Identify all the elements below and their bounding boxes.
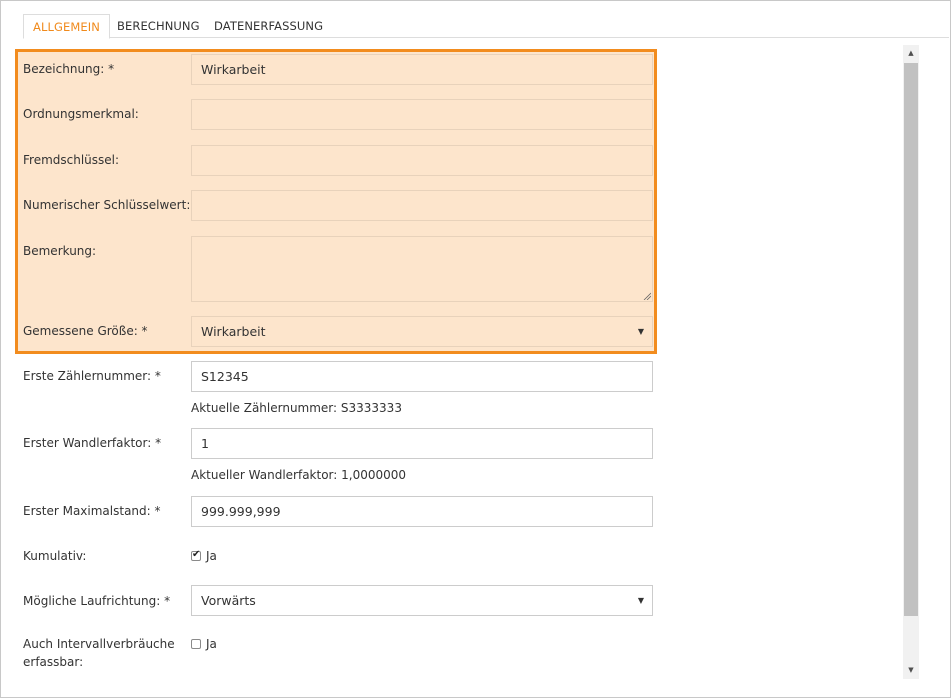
form-panel: ALLGEMEIN BERECHNUNG DATENERFASSUNG Beze… [0,0,951,698]
kumulativ-label: Kumulativ: [23,549,87,563]
fremdschluessel-label: Fremdschlüssel: [23,153,120,167]
numerischer-schluesselwert-input[interactable] [191,190,653,221]
ordnungsmerkmal-label: Ordnungsmerkmal: [23,107,139,121]
kumulativ-checkbox[interactable]: ✔ [191,549,201,561]
aktueller-wandlerfaktor-hint: Aktueller Wandlerfaktor: 1,0000000 [191,468,407,482]
aktuelle-zaehlernummer-hint: Aktuelle Zählernummer: S3333333 [191,401,402,415]
intervallverbraeuche-label-line2: erfassbar: [23,655,84,669]
bemerkung-label: Bemerkung: [23,244,97,258]
kumulativ-option-label: Ja [206,549,217,563]
scrollbar-thumb[interactable] [904,63,918,616]
erster-maximalstand-input[interactable]: 999.999,999 [191,496,653,527]
intervallverbraeuche-option-label: Ja [206,637,217,651]
erste-zaehlernummer-label: Erste Zählernummer: * [23,369,161,383]
intervallverbraeuche-checkbox[interactable] [191,639,201,649]
intervallverbraeuche-label-line1: Auch Intervallverbräuche [23,637,175,651]
vertical-scrollbar[interactable]: ▲ ▼ [903,45,919,679]
tab-allgemein[interactable]: ALLGEMEIN [23,14,110,39]
scroll-down-arrow-icon[interactable]: ▼ [903,662,919,679]
erste-zaehlernummer-input[interactable]: S12345 [191,361,653,392]
fremdschluessel-input[interactable] [191,145,653,176]
moegliche-laufrichtung-value: Vorwärts [201,593,256,608]
erster-wandlerfaktor-label: Erster Wandlerfaktor: * [23,436,162,450]
gemessene-groesse-select[interactable]: Wirkarbeit ▼ [191,316,653,347]
numerischer-schluesselwert-label: Numerischer Schlüsselwert: [23,198,191,212]
gemessene-groesse-label: Gemessene Größe: * [23,324,148,338]
gemessene-groesse-value: Wirkarbeit [201,324,266,339]
tab-berechnung[interactable]: BERECHNUNG [108,14,209,38]
resize-grip-icon[interactable] [643,292,651,300]
ordnungsmerkmal-input[interactable] [191,99,653,130]
tab-bar: ALLGEMEIN BERECHNUNG DATENERFASSUNG [23,14,949,39]
bezeichnung-label: Bezeichnung: * [23,62,115,76]
moegliche-laufrichtung-select[interactable]: Vorwärts ▼ [191,585,653,616]
scroll-up-arrow-icon[interactable]: ▲ [903,45,919,62]
moegliche-laufrichtung-label: Mögliche Laufrichtung: * [23,594,171,608]
bezeichnung-input[interactable]: Wirkarbeit [191,54,653,85]
caret-down-icon: ▼ [637,327,644,336]
erster-maximalstand-label: Erster Maximalstand: * [23,504,161,518]
checkmark-icon: ✔ [192,549,201,560]
caret-down-icon: ▼ [637,596,644,605]
tab-datenerfassung[interactable]: DATENERFASSUNG [205,14,332,38]
bemerkung-textarea[interactable] [191,236,653,302]
erster-wandlerfaktor-input[interactable]: 1 [191,428,653,459]
